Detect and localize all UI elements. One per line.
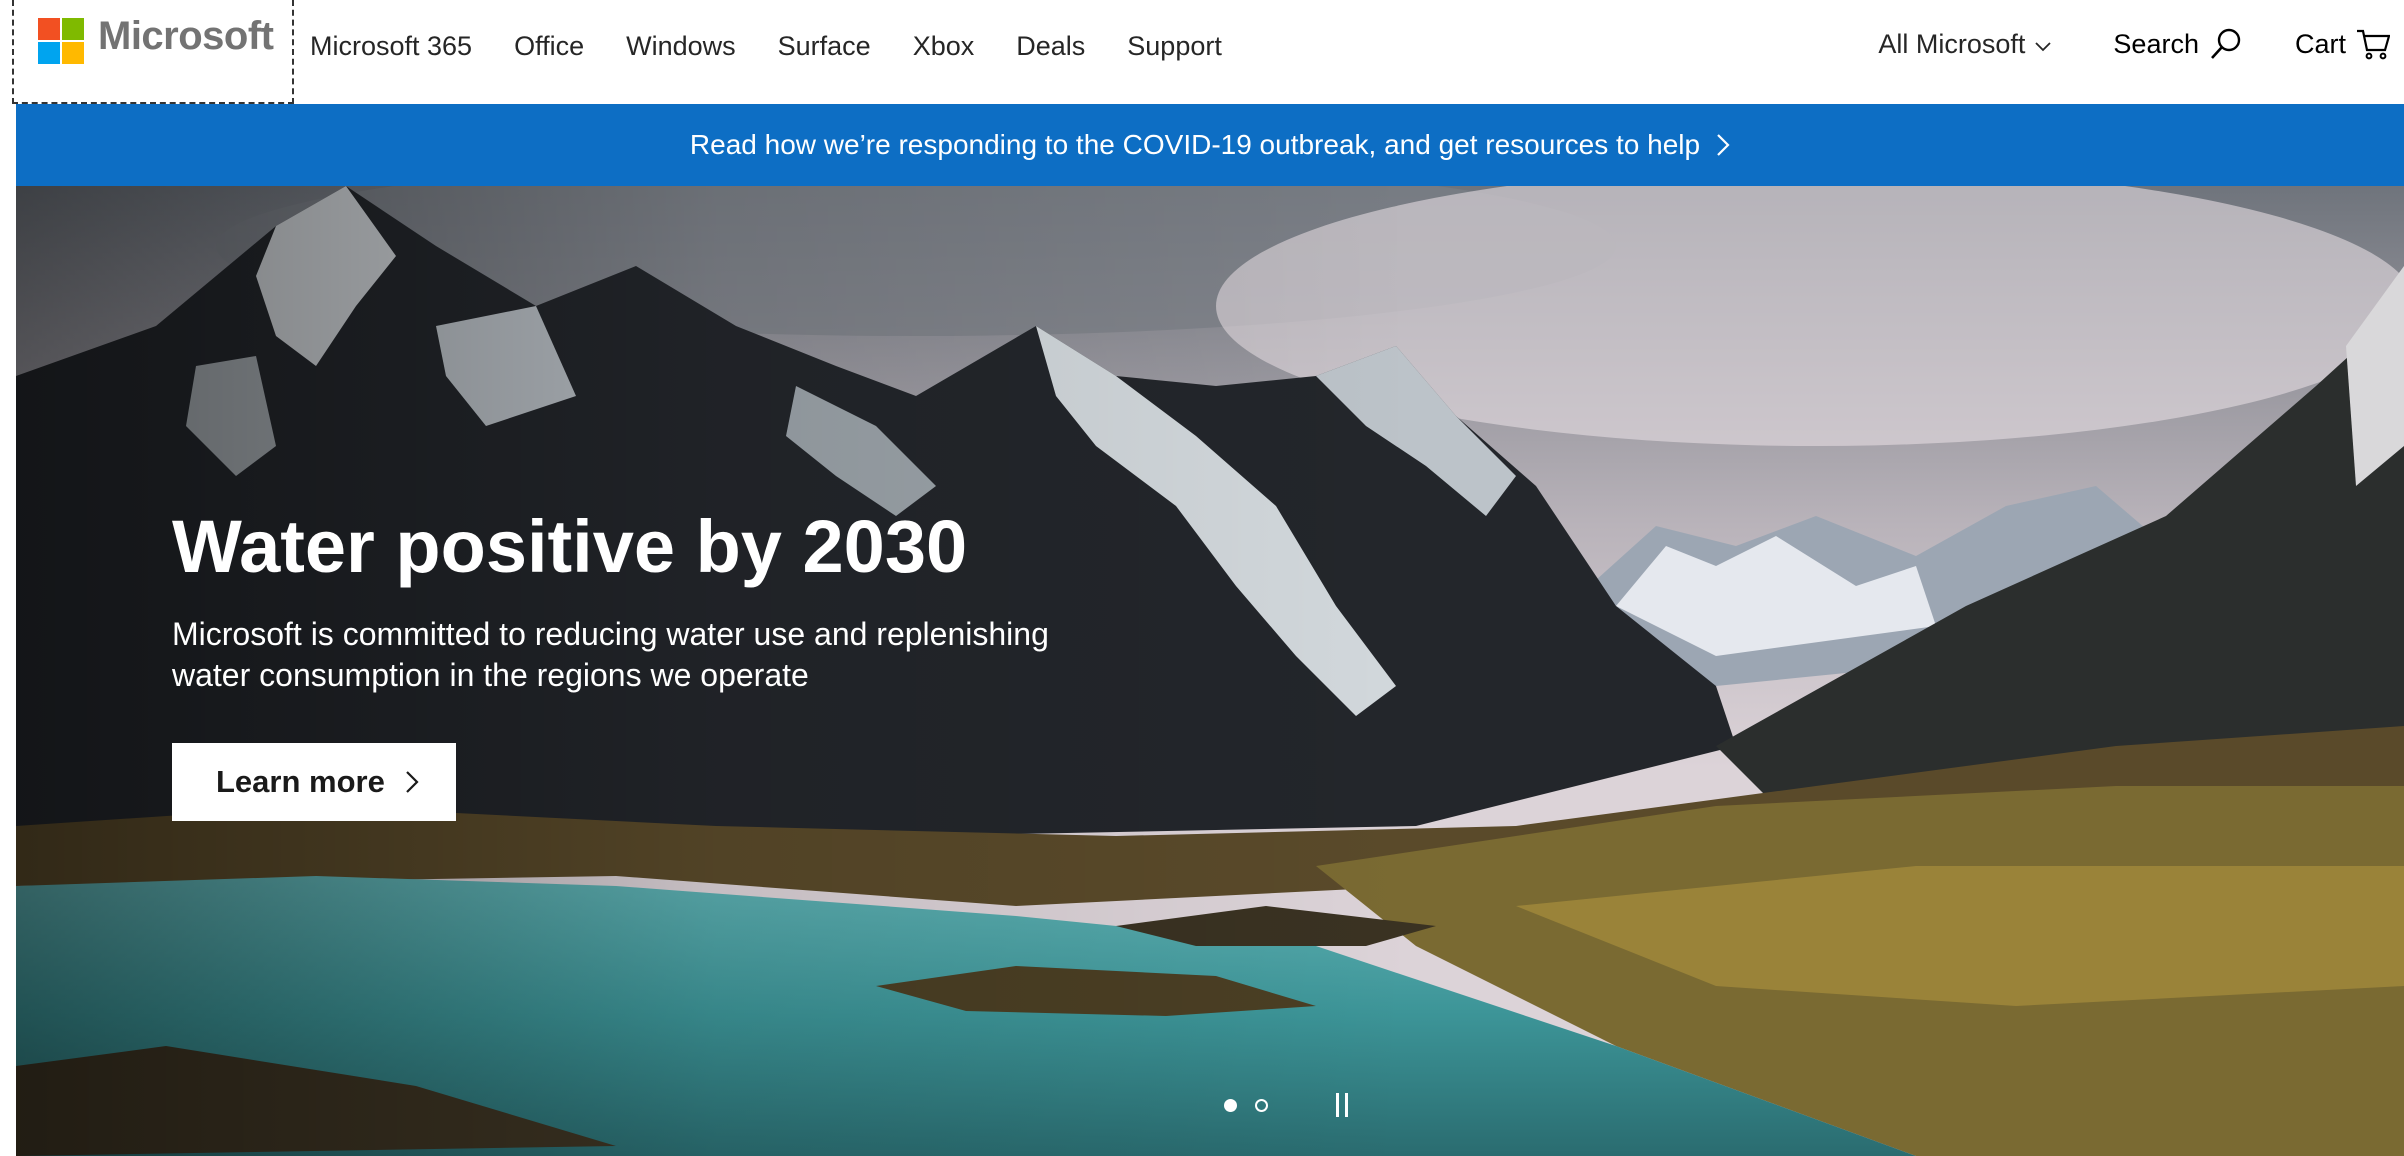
carousel-dot-2[interactable] (1255, 1098, 1268, 1112)
nav-item-surface[interactable]: Surface (757, 28, 892, 64)
search-label: Search (2113, 28, 2199, 59)
chevron-right-icon (406, 771, 419, 793)
nav-item-support[interactable]: Support (1106, 28, 1243, 64)
main-nav: Microsoft 365 Office Windows Surface Xbo… (310, 28, 1243, 64)
brand-name: Microsoft (98, 14, 274, 58)
search-button[interactable]: Search (2113, 27, 2243, 61)
hero-section: Water positive by 2030 Microsoft is comm… (16, 186, 2404, 1156)
logo-link[interactable]: Microsoft (12, 0, 294, 104)
cart-button[interactable]: Cart (2295, 28, 2390, 60)
hero-description: Microsoft is committed to reducing water… (172, 616, 1049, 693)
all-microsoft-label: All Microsoft (1878, 28, 2026, 59)
cart-label: Cart (2294, 28, 2346, 59)
cart-icon (2357, 29, 2390, 60)
carousel-dot-1[interactable] (1224, 1098, 1237, 1112)
site-header: Microsoft Microsoft 365 Office Windows S… (0, 0, 2404, 104)
microsoft-logo-icon (38, 18, 84, 64)
nav-item-windows[interactable]: Windows (605, 28, 757, 64)
search-icon (2211, 28, 2241, 59)
nav-item-xbox[interactable]: Xbox (892, 28, 996, 64)
chevron-down-icon (2035, 42, 2052, 52)
carousel-controls (1224, 1090, 1348, 1120)
chevron-right-icon (1717, 134, 1730, 156)
learn-more-label: Learn more (216, 764, 385, 799)
hero-title: Water positive by 2030 (172, 505, 968, 588)
learn-more-button[interactable]: Learn more (172, 743, 456, 821)
covid-banner-link[interactable]: Read how we’re responding to the COVID-1… (16, 104, 2404, 186)
all-microsoft-menu[interactable]: All Microsoft (1878, 28, 2052, 60)
covid-banner-text: Read how we’re responding to the COVID-1… (689, 129, 1701, 160)
nav-item-office[interactable]: Office (493, 28, 605, 64)
nav-item-microsoft-365[interactable]: Microsoft 365 (310, 28, 493, 64)
nav-item-deals[interactable]: Deals (995, 28, 1106, 64)
header-actions: All Microsoft Search Cart (1878, 24, 2404, 64)
pause-icon[interactable] (1336, 1093, 1348, 1117)
